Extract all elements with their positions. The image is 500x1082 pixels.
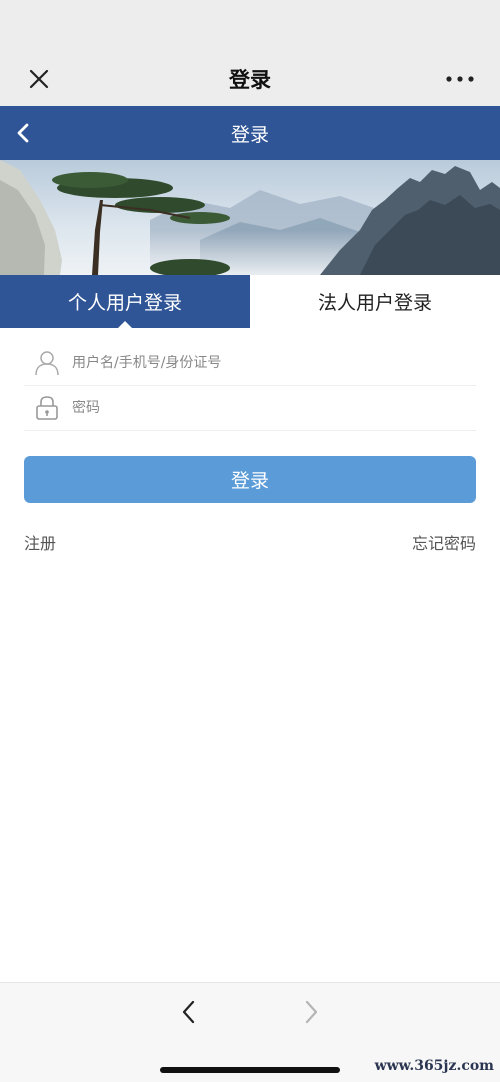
chevron-left-icon[interactable] xyxy=(176,997,202,1027)
forgot-password-link[interactable]: 忘记密码 xyxy=(412,530,476,554)
watermark-text: www.365jz.com xyxy=(374,1058,494,1074)
username-input[interactable] xyxy=(72,355,452,371)
username-field xyxy=(24,341,476,386)
more-dots-icon[interactable] xyxy=(442,66,478,92)
page-header: 登录 xyxy=(0,106,500,160)
home-indicator xyxy=(160,1067,340,1073)
lock-icon xyxy=(36,396,58,420)
page-title: 登录 xyxy=(230,124,269,146)
login-type-tabs: 个人用户登录 法人用户登录 xyxy=(0,275,500,329)
tab-corporate-login[interactable]: 法人用户登录 xyxy=(250,275,500,328)
wechat-title: 登录 xyxy=(229,68,271,92)
chevron-right-icon[interactable] xyxy=(298,997,324,1027)
wechat-title-bar: 登录 xyxy=(0,0,500,106)
user-icon xyxy=(35,351,59,376)
tab-personal-login[interactable]: 个人用户登录 xyxy=(0,275,250,329)
login-button[interactable]: 登录 xyxy=(24,456,476,503)
banner-image xyxy=(0,160,500,275)
register-link[interactable]: 注册 xyxy=(24,530,56,554)
password-field xyxy=(24,386,476,431)
password-input[interactable] xyxy=(72,400,452,416)
